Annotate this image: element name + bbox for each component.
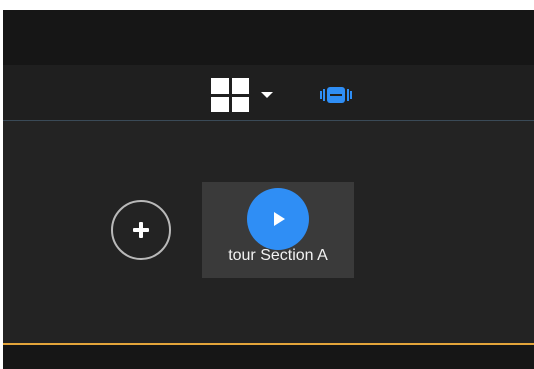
layout-dropdown-button[interactable] — [211, 77, 275, 113]
tour-card[interactable]: tour Section A — [202, 182, 354, 278]
add-tour-button[interactable] — [111, 200, 171, 260]
app-window: tour Section A — [3, 10, 534, 369]
grid-layout-icon — [211, 78, 249, 112]
vr-mode-button[interactable] — [319, 85, 353, 105]
vr-headset-icon — [320, 87, 352, 103]
tour-stage: tour Section A — [3, 121, 534, 343]
toolbar — [3, 65, 534, 121]
tour-title: tour Section A — [228, 247, 328, 264]
play-button[interactable] — [247, 188, 309, 250]
play-icon — [274, 212, 285, 226]
bottom-bar — [3, 343, 534, 369]
chevron-down-icon — [261, 92, 273, 98]
top-bar — [3, 10, 534, 65]
